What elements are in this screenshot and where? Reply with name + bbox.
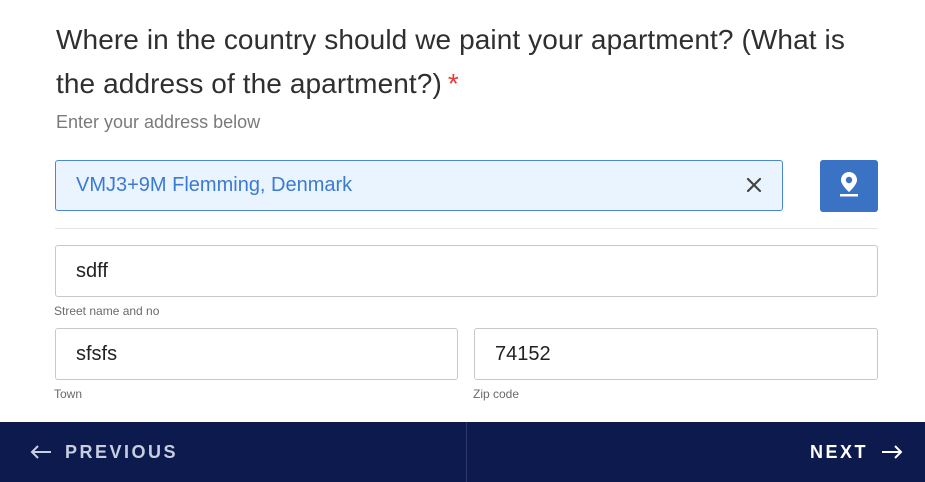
previous-button[interactable]: PREVIOUS: [30, 422, 178, 482]
address-search-box: [55, 160, 783, 211]
street-field: [55, 245, 878, 297]
locate-address-button[interactable]: [820, 160, 878, 212]
question-heading: Where in the country should we paint you…: [56, 18, 876, 106]
zip-input[interactable]: [495, 329, 855, 379]
street-input[interactable]: [76, 246, 856, 296]
footer-divider: [466, 422, 467, 482]
close-icon[interactable]: [744, 175, 764, 195]
town-input[interactable]: [76, 329, 436, 379]
address-form-page: Where in the country should we paint you…: [0, 0, 925, 482]
street-label: Street name and no: [54, 304, 160, 318]
required-marker: *: [447, 68, 459, 99]
map-pin-icon: [837, 170, 861, 203]
arrow-right-icon: [881, 444, 903, 460]
zip-field: [474, 328, 878, 380]
address-search-input[interactable]: [76, 161, 756, 210]
previous-label: PREVIOUS: [65, 441, 179, 462]
next-label: NEXT: [809, 441, 868, 462]
section-divider: [55, 228, 878, 229]
town-field: [55, 328, 458, 380]
arrow-left-icon: [30, 444, 52, 460]
zip-label: Zip code: [473, 387, 520, 401]
question-hint: Enter your address below: [56, 112, 261, 132]
navigation-footer: PREVIOUS NEXT: [0, 422, 925, 482]
town-label: Town: [54, 387, 83, 401]
next-button[interactable]: NEXT: [810, 422, 903, 482]
